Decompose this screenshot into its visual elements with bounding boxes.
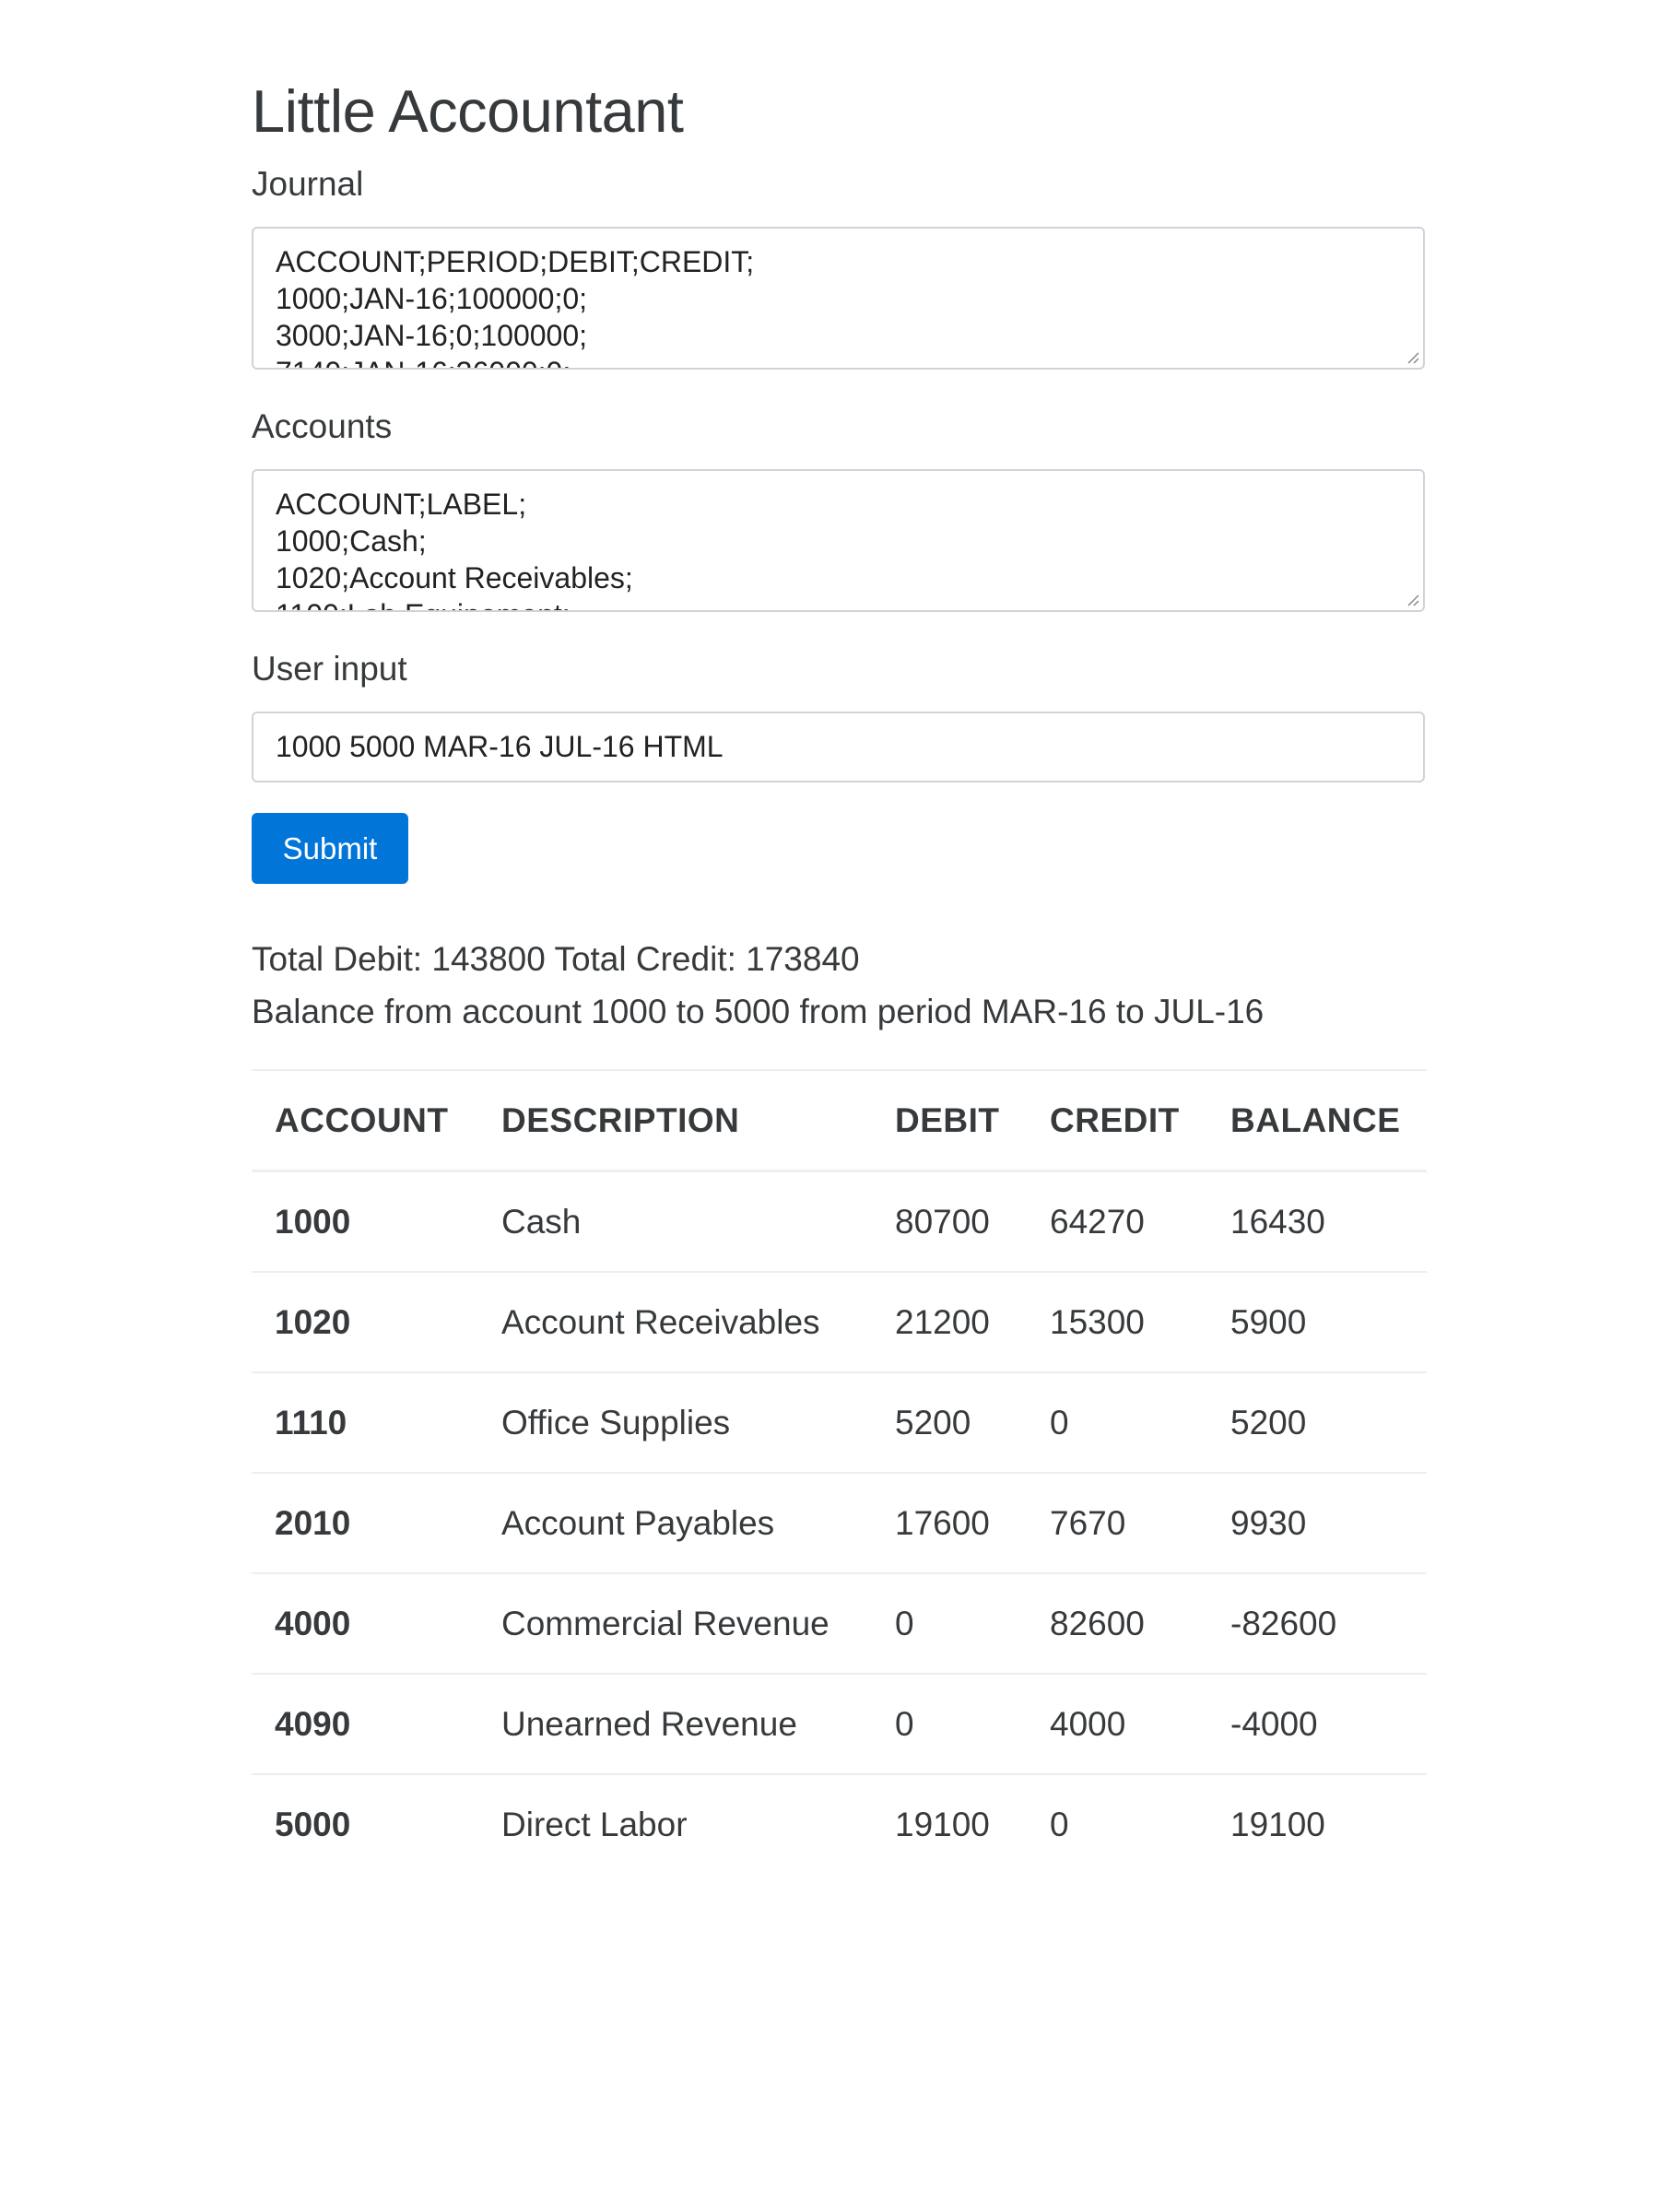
table-row: 4000 Commercial Revenue 0 82600 -82600 bbox=[252, 1572, 1427, 1674]
table-row: 1000 Cash 80700 64270 16430 bbox=[252, 1170, 1427, 1272]
table-body: 1000 Cash 80700 64270 16430 1020 Account… bbox=[252, 1170, 1427, 1874]
cell-credit: 0 bbox=[1027, 1773, 1207, 1874]
accounts-label: Accounts bbox=[252, 407, 393, 445]
cell-account: 5000 bbox=[252, 1773, 478, 1874]
table-row: 5000 Direct Labor 19100 0 19100 bbox=[252, 1773, 1427, 1874]
totals-text: Total Debit: 143800 Total Credit: 173840 bbox=[252, 940, 860, 978]
cell-balance: -82600 bbox=[1207, 1572, 1427, 1674]
cell-debit: 80700 bbox=[872, 1170, 1027, 1272]
cell-debit: 21200 bbox=[872, 1271, 1027, 1372]
table-row: 2010 Account Payables 17600 7670 9930 bbox=[252, 1472, 1427, 1573]
cell-balance: 5900 bbox=[1207, 1271, 1427, 1372]
journal-line: 1000;JAN-16;100000;0; bbox=[276, 282, 588, 315]
header-account: ACCOUNT bbox=[252, 1069, 478, 1172]
header-balance: BALANCE bbox=[1207, 1069, 1427, 1172]
cell-debit: 0 bbox=[872, 1572, 1027, 1674]
accounts-line: 1000;Cash; bbox=[276, 524, 427, 558]
balance-range-text: Balance from account 1000 to 5000 from p… bbox=[252, 993, 1265, 1030]
cell-description: Office Supplies bbox=[478, 1371, 872, 1473]
user-input-field[interactable] bbox=[252, 712, 1425, 782]
resize-grip-icon[interactable] bbox=[1405, 349, 1419, 364]
cell-debit: 19100 bbox=[872, 1773, 1027, 1874]
resize-grip-icon[interactable] bbox=[1405, 592, 1419, 606]
cell-credit: 64270 bbox=[1027, 1170, 1207, 1272]
header-debit: DEBIT bbox=[872, 1069, 1027, 1172]
table-header: ACCOUNT DESCRIPTION DEBIT CREDIT BALANCE bbox=[252, 1069, 1427, 1172]
cell-description: Cash bbox=[478, 1170, 872, 1272]
header-description: DESCRIPTION bbox=[478, 1069, 872, 1172]
cell-debit: 17600 bbox=[872, 1472, 1027, 1573]
table-row: 1020 Account Receivables 21200 15300 590… bbox=[252, 1271, 1427, 1372]
cell-credit: 4000 bbox=[1027, 1673, 1207, 1774]
journal-label: Journal bbox=[252, 165, 364, 203]
balance-table: ACCOUNT DESCRIPTION DEBIT CREDIT BALANCE… bbox=[252, 1069, 1427, 1874]
accounts-line: ACCOUNT;LABEL; bbox=[276, 488, 527, 521]
table-row: 1110 Office Supplies 5200 0 5200 bbox=[252, 1371, 1427, 1473]
journal-line: 7140;JAN-16;36000;0; bbox=[276, 354, 1401, 368]
cell-debit: 5200 bbox=[872, 1371, 1027, 1473]
accounts-textarea[interactable]: ACCOUNT;LABEL; 1000;Cash; 1020;Account R… bbox=[252, 469, 1425, 612]
page-title: Little Accountant bbox=[252, 77, 684, 145]
cell-account: 1020 bbox=[252, 1271, 478, 1372]
cell-credit: 82600 bbox=[1027, 1572, 1207, 1674]
cell-description: Unearned Revenue bbox=[478, 1673, 872, 1774]
cell-account: 4090 bbox=[252, 1673, 478, 1774]
cell-credit: 15300 bbox=[1027, 1271, 1207, 1372]
cell-description: Commercial Revenue bbox=[478, 1572, 872, 1674]
accounts-line: 1020;Account Receivables; bbox=[276, 561, 633, 594]
cell-account: 1110 bbox=[252, 1371, 478, 1473]
cell-balance: 16430 bbox=[1207, 1170, 1427, 1272]
cell-account: 4000 bbox=[252, 1572, 478, 1674]
submit-button[interactable]: Submit bbox=[252, 813, 408, 884]
table-header-row: ACCOUNT DESCRIPTION DEBIT CREDIT BALANCE bbox=[252, 1069, 1427, 1172]
cell-balance: 9930 bbox=[1207, 1472, 1427, 1573]
journal-line: ACCOUNT;PERIOD;DEBIT;CREDIT; bbox=[276, 245, 755, 278]
cell-description: Account Payables bbox=[478, 1472, 872, 1573]
journal-line: 3000;JAN-16;0;100000; bbox=[276, 319, 588, 352]
cell-balance: 5200 bbox=[1207, 1371, 1427, 1473]
header-credit: CREDIT bbox=[1027, 1069, 1207, 1172]
cell-credit: 0 bbox=[1027, 1371, 1207, 1473]
cell-debit: 0 bbox=[872, 1673, 1027, 1774]
accounts-line: 1100;Lab Equipement; bbox=[276, 596, 1401, 610]
table-row: 4090 Unearned Revenue 0 4000 -4000 bbox=[252, 1673, 1427, 1774]
cell-account: 2010 bbox=[252, 1472, 478, 1573]
user-input-label: User input bbox=[252, 650, 407, 688]
journal-textarea[interactable]: ACCOUNT;PERIOD;DEBIT;CREDIT; 1000;JAN-16… bbox=[252, 227, 1425, 370]
cell-credit: 7670 bbox=[1027, 1472, 1207, 1573]
cell-balance: -4000 bbox=[1207, 1673, 1427, 1774]
cell-balance: 19100 bbox=[1207, 1773, 1427, 1874]
cell-description: Account Receivables bbox=[478, 1271, 872, 1372]
cell-description: Direct Labor bbox=[478, 1773, 872, 1874]
cell-account: 1000 bbox=[252, 1170, 478, 1272]
